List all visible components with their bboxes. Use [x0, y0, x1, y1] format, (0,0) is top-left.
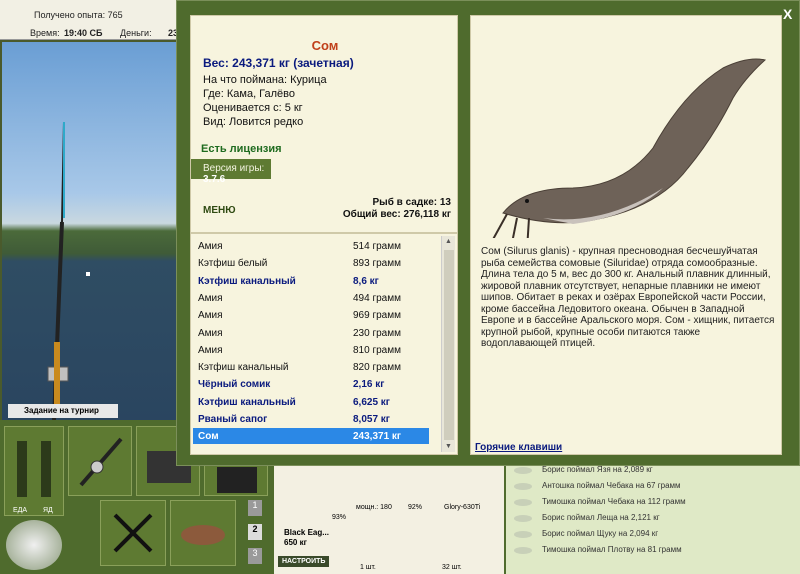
catch-row[interactable]: Кэтфиш белый 893 грамм [193, 255, 429, 271]
page-button-3[interactable]: 3 [248, 548, 262, 564]
time-value: 19:40 СБ [64, 28, 103, 38]
fish-catch-icon[interactable] [170, 500, 236, 566]
catch-fish-weight: 810 грамм [353, 344, 401, 356]
catfish-image [492, 58, 767, 238]
fish-name: Сом [311, 38, 339, 53]
catch-fish-weight: 969 грамм [353, 310, 401, 322]
fish-description-card: Сом (Silurus glanis) - крупная пресновод… [470, 15, 782, 455]
catch-feed: Борис поймал Язя на 2,089 кг Антошка пой… [506, 462, 800, 574]
caught-on: На что поймана: Курица [203, 74, 327, 86]
hotkeys-link[interactable]: Горячие клавиши [475, 442, 562, 453]
catch-fish-name: Кэтфиш канальный [198, 362, 289, 374]
catch-fish-weight: 8,057 кг [353, 414, 390, 425]
tournament-task-button[interactable]: Задание на турнир [8, 404, 118, 418]
fish-description: Сом (Silurus glanis) - крупная пресновод… [481, 246, 775, 349]
menu-button[interactable]: МЕНЮ [203, 205, 236, 216]
scroll-thumb[interactable] [444, 250, 454, 440]
money-label: Деньги: [120, 28, 152, 38]
reel-percent: 92% [408, 504, 423, 511]
rod-weight: 650 кг [284, 538, 307, 547]
feed-item: Борис поймал Леща на 2,121 кг [506, 510, 800, 526]
fish-info-card: Сом Вес: 243,371 кг (зачетная) На что по… [190, 15, 458, 233]
catch-row[interactable]: Кэтфиш канальный 820 грамм [193, 359, 429, 375]
fishing-rod-icon [47, 121, 69, 420]
catch-list[interactable]: Амия 514 грамм Кэтфиш белый 893 грамм Кэтфиш… [190, 233, 458, 455]
valued-from: Оценивается с: 5 кг [203, 102, 303, 114]
location: Где: Кама, Галёво [203, 88, 296, 100]
rarity: Вид: Ловится редко [203, 116, 304, 128]
cage-summary: Рыб в садке: 13 Общий вес: 276,118 кг [343, 197, 451, 221]
catch-fish-name: Амия [198, 310, 223, 322]
feed-item: Борис поймал Щуку на 2,094 кг [506, 526, 800, 542]
game-version: Версия игры: 3.7.6 [191, 159, 271, 185]
catch-fish-name: Рваный сапог [198, 414, 268, 425]
catch-row[interactable]: Сом 243,371 кг [193, 428, 429, 445]
catch-fish-name: Амия [198, 344, 223, 356]
float-marker [86, 272, 90, 276]
catch-fish-weight: 2,16 кг [353, 379, 385, 391]
license-status: Есть лицензия [201, 143, 282, 155]
cook-icon[interactable] [100, 500, 166, 566]
line-name: Glory-630Ti [444, 504, 481, 511]
food-label: ЕДА [13, 507, 28, 514]
food-poison-meters: ЕДА ЯД [4, 426, 64, 516]
catch-row[interactable]: Кэтфиш канальный 8,6 кг [193, 273, 429, 289]
catch-fish-weight: 230 грамм [353, 327, 401, 339]
catch-fish-weight: 820 грамм [353, 362, 401, 374]
catch-fish-weight: 243,371 кг [353, 431, 402, 443]
feed-item: Антошка поймал Чебака на 67 грамм [506, 478, 800, 494]
page-button-1[interactable]: 1 [248, 500, 262, 516]
catch-row[interactable]: Амия 494 грамм [193, 290, 429, 306]
fish-weight: Вес: 243,371 кг (зачетная) [203, 56, 354, 70]
tackle-slots: Black Eag... 650 кг 93% НАСТРОИТЬ мощн.:… [274, 464, 504, 574]
bait-count: 32 шт. [442, 564, 462, 571]
catch-fish-name: Кэтфиш канальный [198, 396, 296, 408]
catch-row[interactable]: Амия 969 грамм [193, 307, 429, 323]
page-button-2[interactable]: 2 [248, 524, 262, 540]
reel-power: мощн.: 180 [356, 504, 392, 511]
cage-total-weight: Общий вес: 276,118 кг [342, 209, 451, 220]
catch-row[interactable]: Амия 230 грамм [193, 325, 429, 341]
catch-fish-name: Кэтфиш канальный [198, 275, 296, 287]
tackle-icon[interactable] [68, 426, 132, 496]
catch-fish-name: Чёрный сомик [198, 379, 271, 391]
catch-fish-weight: 893 грамм [353, 258, 401, 270]
catch-fish-name: Амия [198, 241, 223, 252]
status-bar: Получено опыта: 765 Время: 19:40 СБ День… [0, 0, 180, 40]
catch-fish-name: Амия [198, 327, 223, 339]
cage-count: Рыб в садке: 13 [372, 197, 451, 208]
close-button[interactable]: X [783, 6, 792, 22]
feed-item: Тимошка поймал Чебака на 112 грамм [506, 494, 800, 510]
catch-fish-weight: 514 грамм [353, 241, 401, 252]
catch-row[interactable]: Амия 810 грамм [193, 342, 429, 358]
catch-row[interactable]: Рваный сапог 8,057 кг [193, 411, 429, 427]
tune-button[interactable]: НАСТРОИТЬ [278, 556, 330, 567]
catch-row[interactable]: Кэтфиш канальный 6,625 кг [193, 394, 429, 410]
experience-label: Получено опыта: 765 [34, 10, 123, 20]
food-pot-icon[interactable] [6, 520, 62, 570]
catch-row[interactable]: Чёрный сомик 2,16 кг [193, 376, 429, 392]
catch-row[interactable]: Амия 514 грамм [193, 238, 429, 254]
catch-list-scrollbar[interactable]: ▲ ▼ [441, 236, 455, 452]
catch-fish-weight: 494 грамм [353, 292, 401, 304]
catch-fish-name: Амия [198, 292, 223, 304]
catch-fish-name: Сом [198, 431, 219, 443]
scroll-up-icon[interactable]: ▲ [445, 238, 452, 245]
catch-fish-weight: 8,6 кг [353, 275, 379, 287]
hook-count: 1 шт. [360, 564, 376, 571]
poison-label: ЯД [43, 507, 53, 514]
catch-fish-weight: 6,625 кг [353, 396, 390, 408]
rod-percent: 93% [332, 514, 347, 521]
scroll-down-icon[interactable]: ▼ [445, 443, 452, 450]
catch-fish-name: Кэтфиш белый [198, 258, 268, 270]
time-label: Время: [30, 28, 60, 38]
feed-item: Тимошка поймал Плотву на 81 грамм [506, 542, 800, 558]
rod-name: Black Eag... [284, 528, 329, 537]
fishing-scene[interactable] [2, 42, 178, 420]
